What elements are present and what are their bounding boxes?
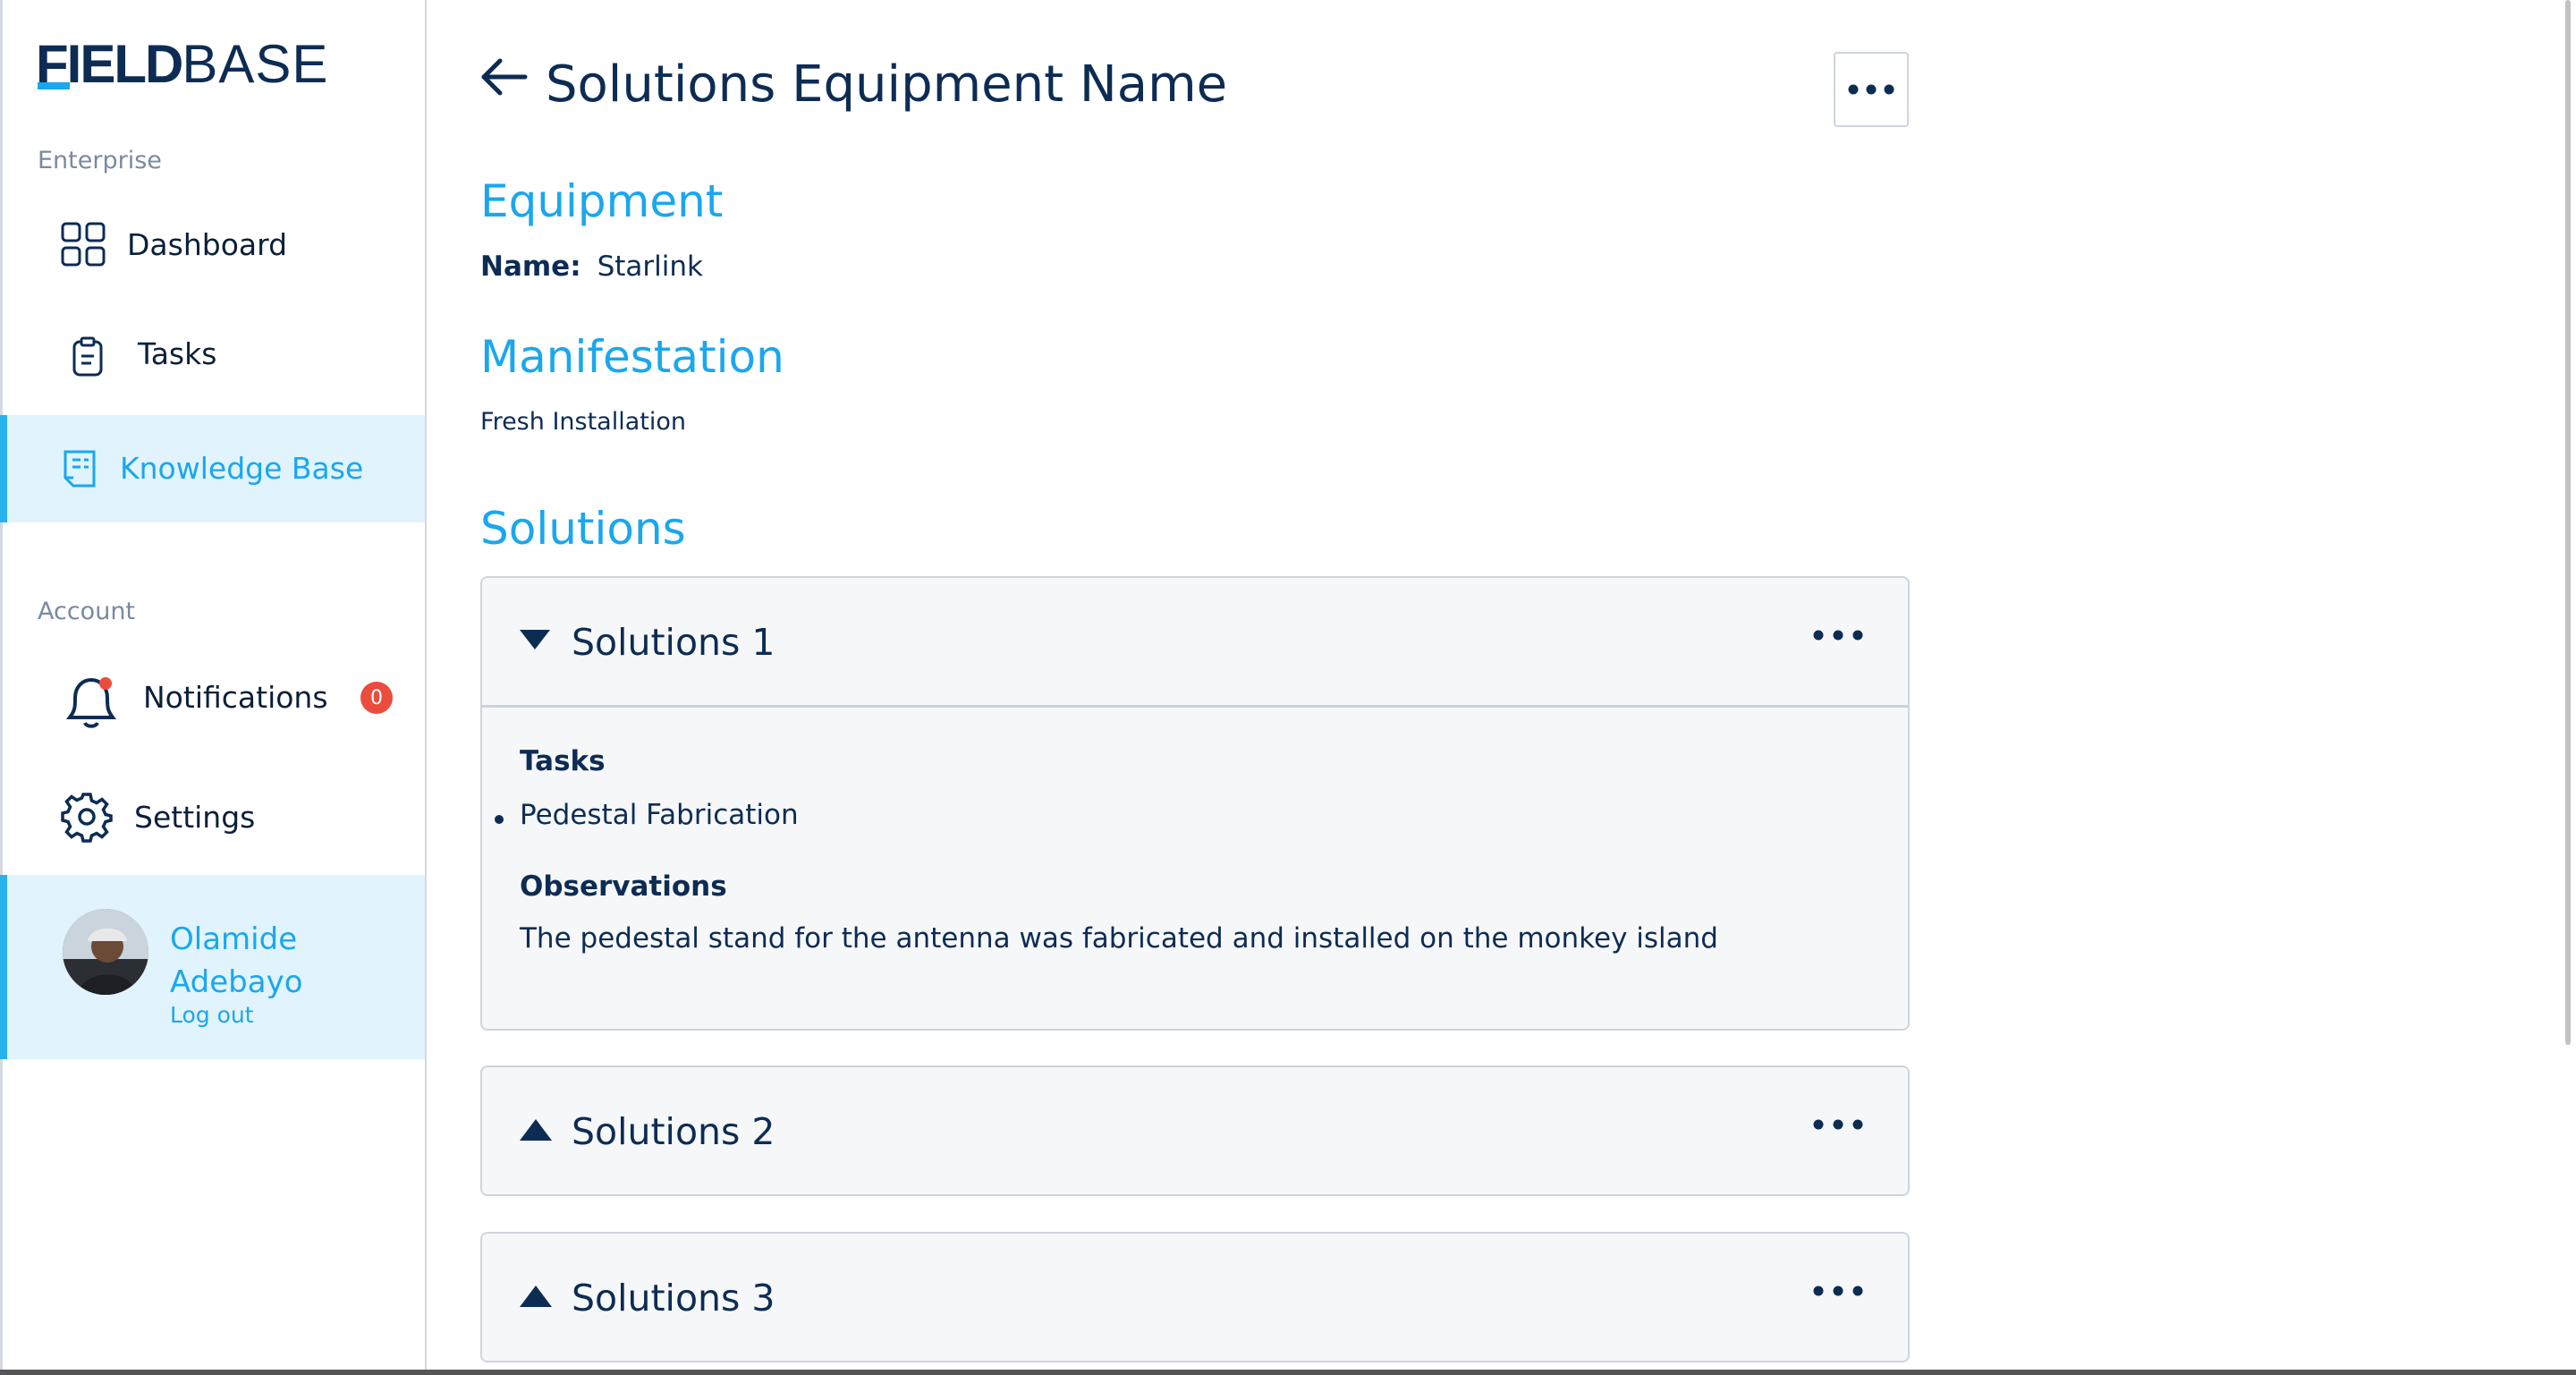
section-label-enterprise: Enterprise: [38, 147, 162, 174]
more-horizontal-icon[interactable]: [1813, 1119, 1863, 1130]
equipment-name-key: Name:: [480, 250, 581, 283]
caret-up-icon: [520, 1286, 552, 1307]
solution-card: Solutions 3: [480, 1232, 1910, 1362]
user-profile-card[interactable]: Olamide Adebayo Log out: [0, 875, 425, 1059]
sidebar-item-notifications[interactable]: Notifications 0: [0, 662, 425, 734]
sidebar-item-label: Dashboard: [127, 227, 288, 262]
solution-card: Solutions 1 Tasks Pedestal Fabrication O…: [480, 576, 1910, 1031]
solution-divider: [482, 705, 1908, 708]
page-title: Solutions Equipment Name: [546, 55, 1228, 114]
more-horizontal-icon: [1848, 84, 1894, 95]
notification-count-badge: 0: [360, 682, 393, 714]
bell-icon: [61, 671, 122, 732]
logo-accent-bar: [38, 82, 70, 89]
solution-title: Solutions 3: [572, 1277, 775, 1320]
equipment-name-row: Name: Starlink: [480, 250, 703, 283]
solutions-heading: Solutions: [480, 503, 686, 555]
page-scrollbar[interactable]: [2565, 0, 2571, 1045]
window-bottom-edge: [0, 1370, 2576, 1375]
observations-text: The pedestal stand for the antenna was f…: [520, 922, 1718, 955]
sidebar-item-label: Settings: [134, 800, 256, 835]
sidebar-item-label: Knowledge Base: [120, 451, 364, 486]
sidebar-item-settings[interactable]: Settings: [0, 785, 425, 848]
manifestation-heading: Manifestation: [480, 331, 784, 383]
app-root: FIELD BASE Enterprise Dashboard Tasks Kn…: [0, 0, 2576, 1375]
solution-title: Solutions 2: [572, 1110, 775, 1153]
solution-card: Solutions 2: [480, 1065, 1910, 1196]
fieldbase-logo[interactable]: FIELD BASE: [36, 34, 329, 94]
sidebar: FIELD BASE Enterprise Dashboard Tasks Kn…: [0, 0, 427, 1375]
solution-title: Solutions 1: [572, 621, 775, 664]
task-list-item: Pedestal Fabrication: [520, 799, 799, 831]
sidebar-item-label: Tasks: [138, 336, 217, 371]
more-horizontal-icon[interactable]: [1813, 1286, 1863, 1296]
equipment-name-value: Starlink: [597, 250, 703, 283]
logout-link[interactable]: Log out: [170, 1002, 254, 1028]
tasks-subheading: Tasks: [520, 745, 606, 777]
sidebar-item-dashboard[interactable]: Dashboard: [0, 213, 425, 276]
sidebar-item-label: Notifications: [143, 680, 328, 715]
gear-icon: [61, 791, 113, 843]
caret-up-icon: [520, 1119, 552, 1141]
clipboard-icon: [72, 336, 104, 378]
solution-card-header[interactable]: Solutions 3: [482, 1234, 1908, 1361]
sidebar-item-knowledge-base[interactable]: Knowledge Base: [0, 415, 425, 522]
equipment-heading: Equipment: [480, 175, 724, 227]
document-icon: [63, 449, 97, 488]
observations-subheading: Observations: [520, 870, 727, 903]
logo-text-base: BASE: [182, 34, 329, 94]
manifestation-text: Fresh Installation: [480, 408, 686, 436]
back-arrow-icon[interactable]: [480, 57, 529, 97]
page-options-button[interactable]: [1834, 52, 1909, 127]
solution-card-header[interactable]: Solutions 2: [482, 1067, 1908, 1194]
dashboard-grid-icon: [61, 222, 106, 267]
list-bullet: [495, 815, 504, 824]
section-label-account: Account: [38, 598, 136, 625]
solution-card-header[interactable]: Solutions 1: [482, 578, 1908, 705]
user-name: Olamide Adebayo: [170, 921, 303, 1000]
more-horizontal-icon[interactable]: [1813, 630, 1863, 641]
caret-down-icon: [520, 630, 550, 649]
main-content: Solutions Equipment Name Equipment Name:…: [427, 0, 2576, 1375]
avatar[interactable]: [63, 909, 148, 995]
sidebar-item-tasks[interactable]: Tasks: [0, 324, 425, 386]
